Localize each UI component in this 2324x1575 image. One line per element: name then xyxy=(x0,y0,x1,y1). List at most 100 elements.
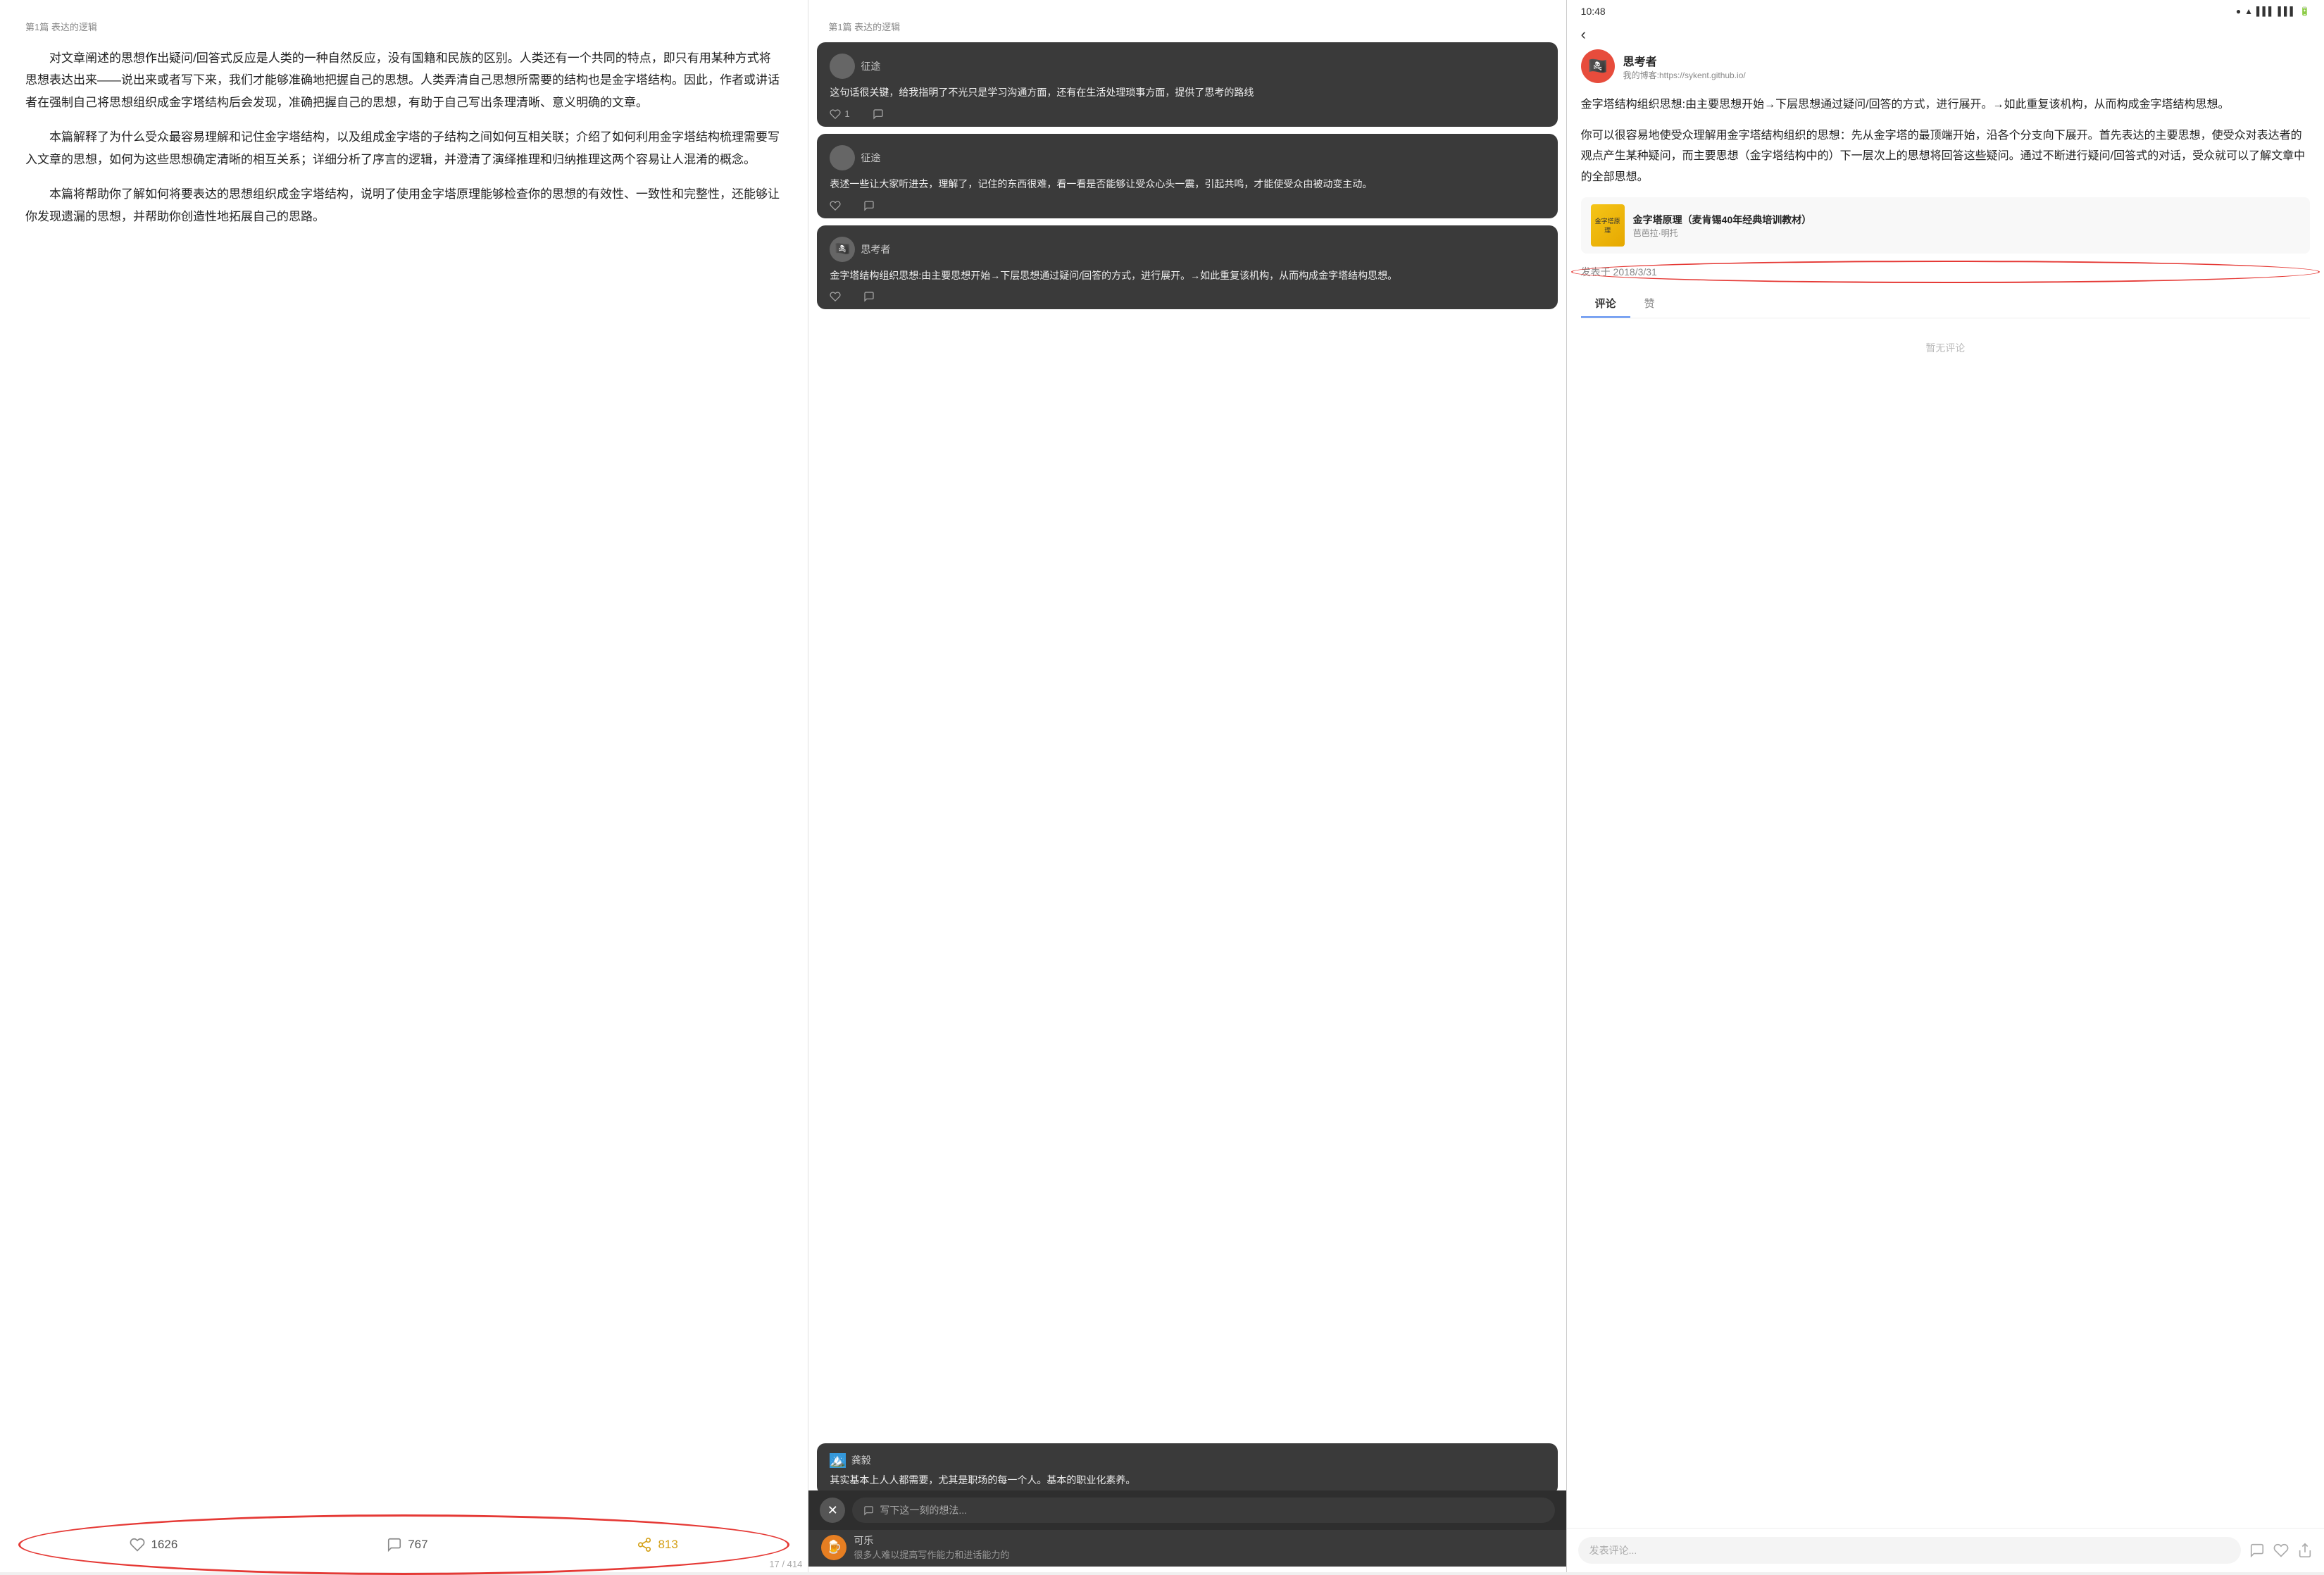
comment-card-1[interactable]: 征途 表述一些让大家听进去，理解了，记住的东西很难，看一看是否能够让受众心头一震… xyxy=(817,134,1557,218)
author-info: 思考者 我的博客:https://sykent.github.io/ xyxy=(1623,52,1746,81)
partial-avatar: 🏔️ xyxy=(830,1453,845,1468)
close-button[interactable]: ✕ xyxy=(820,1498,845,1523)
last-username: 可乐 xyxy=(854,1533,1009,1548)
card-comment-0[interactable] xyxy=(873,108,884,120)
avatar-0 xyxy=(830,54,855,79)
card-like-1[interactable] xyxy=(830,200,841,211)
username-0: 征途 xyxy=(861,59,880,73)
comment-input-bar-p3: 发表评论... xyxy=(1567,1528,2324,1572)
signal-icon: ▌▌▌ xyxy=(2256,6,2275,16)
heart-icon-c2 xyxy=(830,291,841,302)
comment-input-bar-p2: ✕ 写下这一刻的想法... xyxy=(808,1490,1566,1530)
last-avatar: 🍺 xyxy=(821,1535,846,1560)
heart-icon-c0 xyxy=(830,108,841,120)
share-icon xyxy=(637,1537,652,1552)
book-cover-text: 金字塔原理 xyxy=(1591,215,1625,236)
book-author: 芭芭拉·明托 xyxy=(1633,227,1812,239)
partial-username: 龚毅 xyxy=(851,1453,871,1467)
comment-input-p2[interactable]: 写下这一刻的想法... xyxy=(852,1498,1554,1523)
article-text-1: 金字塔结构组织思想:由主要思想开始→下层思想通过疑问/回答的方式，进行展开。→如… xyxy=(1581,94,2310,116)
battery-icon: ● xyxy=(2236,6,2241,16)
like-action[interactable]: 1626 xyxy=(113,1530,194,1560)
book-info: 金字塔原理（麦肯锡40年经典培训教材） 芭芭拉·明托 xyxy=(1633,213,1812,239)
partial-header: 🏔️ 龚毅 xyxy=(830,1453,1544,1468)
last-card-info: 可乐 很多人难以提高写作能力和进话能力的 xyxy=(854,1533,1009,1561)
author-name: 思考者 xyxy=(1623,52,1746,69)
heart-icon-c1 xyxy=(830,200,841,211)
author-avatar: 🏴‍☠️ xyxy=(1581,49,1615,83)
date-text: 发表于 2018/3/31 xyxy=(1581,265,1657,279)
card-comment-2[interactable] xyxy=(863,291,875,302)
input-placeholder-p2: 写下这一刻的想法... xyxy=(880,1503,967,1517)
card-text-1: 表述一些让大家听进去，理解了，记住的东西很难，看一看是否能够让受众心头一震，引起… xyxy=(830,176,1544,193)
share-button-p3[interactable] xyxy=(2297,1543,2313,1558)
last-card-fragment: 🍺 可乐 很多人难以提高写作能力和进话能力的 xyxy=(808,1526,1566,1567)
tabs-row: 评论 赞 xyxy=(1581,290,2310,318)
card-comment-1[interactable] xyxy=(863,200,875,211)
tab-likes[interactable]: 赞 xyxy=(1630,290,1669,318)
book-card[interactable]: 金字塔原理 金字塔原理（麦肯锡40年经典培训教材） 芭芭拉·明托 xyxy=(1581,197,2310,254)
status-icons: ● ▲ ▌▌▌ ▌▌▌ 🔋 xyxy=(2236,6,2310,16)
bottom-action-bar-p1: 1626 767 813 xyxy=(25,1517,782,1572)
comment-icon-c0 xyxy=(873,108,884,120)
card-header-0: 征途 xyxy=(830,54,1544,79)
time: 10:48 xyxy=(1581,6,1606,17)
card-header-1: 征途 xyxy=(830,145,1544,170)
article-text-2: 你可以很容易地使受众理解用金字塔结构组织的思想：先从金字塔的最顶端开始，沿各个分… xyxy=(1581,125,2310,188)
comment-icon xyxy=(387,1537,402,1552)
username-2: 思考者 xyxy=(861,242,890,256)
card-text-0: 这句话很关键，给我指明了不光只是学习沟通方面，还有在生活处理琐事方面，提供了思考… xyxy=(830,85,1544,101)
date-row: 发表于 2018/3/31 xyxy=(1581,265,2310,279)
card-actions-0: 1 xyxy=(830,108,1544,120)
username-1: 征途 xyxy=(861,151,880,165)
book-title: 金字塔原理（麦肯锡40年经典培训教材） xyxy=(1633,213,1812,227)
card-actions-1 xyxy=(830,200,1544,211)
chat-icon xyxy=(863,1505,874,1516)
panel-3: 10:48 ● ▲ ▌▌▌ ▌▌▌ 🔋 ‹ 🏴‍☠️ 思考者 我的博客:http… xyxy=(1567,0,2324,1572)
comment-count: 767 xyxy=(408,1538,427,1552)
back-button[interactable]: ‹ xyxy=(1567,20,2324,49)
share-count: 813 xyxy=(658,1538,677,1552)
send-icon xyxy=(2249,1543,2265,1558)
comment-input-field[interactable]: 发表评论... xyxy=(1578,1537,2241,1564)
panel-1: 第1篇 表达的逻辑 对文章阐述的思想作出疑问/回答式反应是人类的一种自然反应，没… xyxy=(0,0,808,1572)
share-icon-p3 xyxy=(2297,1543,2313,1558)
wifi-icon: ▲ xyxy=(2244,6,2253,16)
card-like-0[interactable]: 1 xyxy=(830,108,849,120)
card-like-2[interactable] xyxy=(830,291,841,302)
book-cover: 金字塔原理 xyxy=(1591,204,1625,247)
avatar-1 xyxy=(830,145,855,170)
status-bar: 10:48 ● ▲ ▌▌▌ ▌▌▌ 🔋 xyxy=(1567,0,2324,20)
author-blog: 我的博客:https://sykent.github.io/ xyxy=(1623,69,1746,81)
partial-comment-card: 🏔️ 龚毅 其实基本上人人都需要，尤其是职场的每一个人。基本的职业化素养。 xyxy=(817,1443,1557,1495)
last-text: 很多人难以提高写作能力和进话能力的 xyxy=(854,1548,1009,1561)
no-comment-text: 暂无评论 xyxy=(1581,327,2310,369)
paragraph-2: 本篇解释了为什么受众最容易理解和记住金字塔结构，以及组成金字塔的子结构之间如何互… xyxy=(25,126,782,170)
comment-icon-c2 xyxy=(863,291,875,302)
like-button-p3[interactable] xyxy=(2273,1543,2289,1558)
comment-action[interactable]: 767 xyxy=(370,1530,444,1560)
partial-text: 其实基本上人人都需要，尤其是职场的每一个人。基本的职业化素养。 xyxy=(830,1472,1544,1488)
tab-comments[interactable]: 评论 xyxy=(1581,290,1630,318)
comment-icon-c1 xyxy=(863,200,875,211)
card-actions-2 xyxy=(830,291,1544,302)
heart-icon xyxy=(130,1537,145,1552)
card-text-2: 金字塔结构组织思想:由主要思想开始→下层思想通过疑问/回答的方式，进行展开。→如… xyxy=(830,268,1544,285)
share-action[interactable]: 813 xyxy=(620,1530,694,1560)
panel-2: 第1篇 表达的逻辑 对文章阐述的思想作出疑问/回答式反应是人类的一种自然反应，没… xyxy=(808,0,1566,1572)
avatar-2: 🏴‍☠️ xyxy=(830,237,855,262)
date-oval-annotation xyxy=(1571,261,2320,283)
breadcrumb-p1: 第1篇 表达的逻辑 xyxy=(25,20,782,33)
breadcrumb-p2: 第1篇 表达的逻辑 xyxy=(828,20,1546,33)
signal-icon2: ▌▌▌ xyxy=(2278,6,2297,16)
comment-card-2[interactable]: 🏴‍☠️ 思考者 金字塔结构组织思想:由主要思想开始→下层思想通过疑问/回答的方… xyxy=(817,225,1557,310)
card-header-2: 🏴‍☠️ 思考者 xyxy=(830,237,1544,262)
comment-submit-icon[interactable] xyxy=(2249,1543,2265,1558)
comment-cards-overlay: 征途 这句话很关键，给我指明了不光只是学习沟通方面，还有在生活处理琐事方面，提供… xyxy=(808,42,1566,309)
paragraph-3: 本篇将帮助你了解如何将要表达的思想组织成金字塔结构，说明了使用金字塔原理能够检查… xyxy=(25,183,782,228)
battery-full-icon: 🔋 xyxy=(2299,6,2310,16)
comment-card-0[interactable]: 征途 这句话很关键，给我指明了不光只是学习沟通方面，还有在生活处理琐事方面，提供… xyxy=(817,42,1557,127)
like-count-c0: 1 xyxy=(844,108,849,119)
article-body-p3: 🏴‍☠️ 思考者 我的博客:https://sykent.github.io/ … xyxy=(1567,49,2324,1528)
heart-icon-p3 xyxy=(2273,1543,2289,1558)
